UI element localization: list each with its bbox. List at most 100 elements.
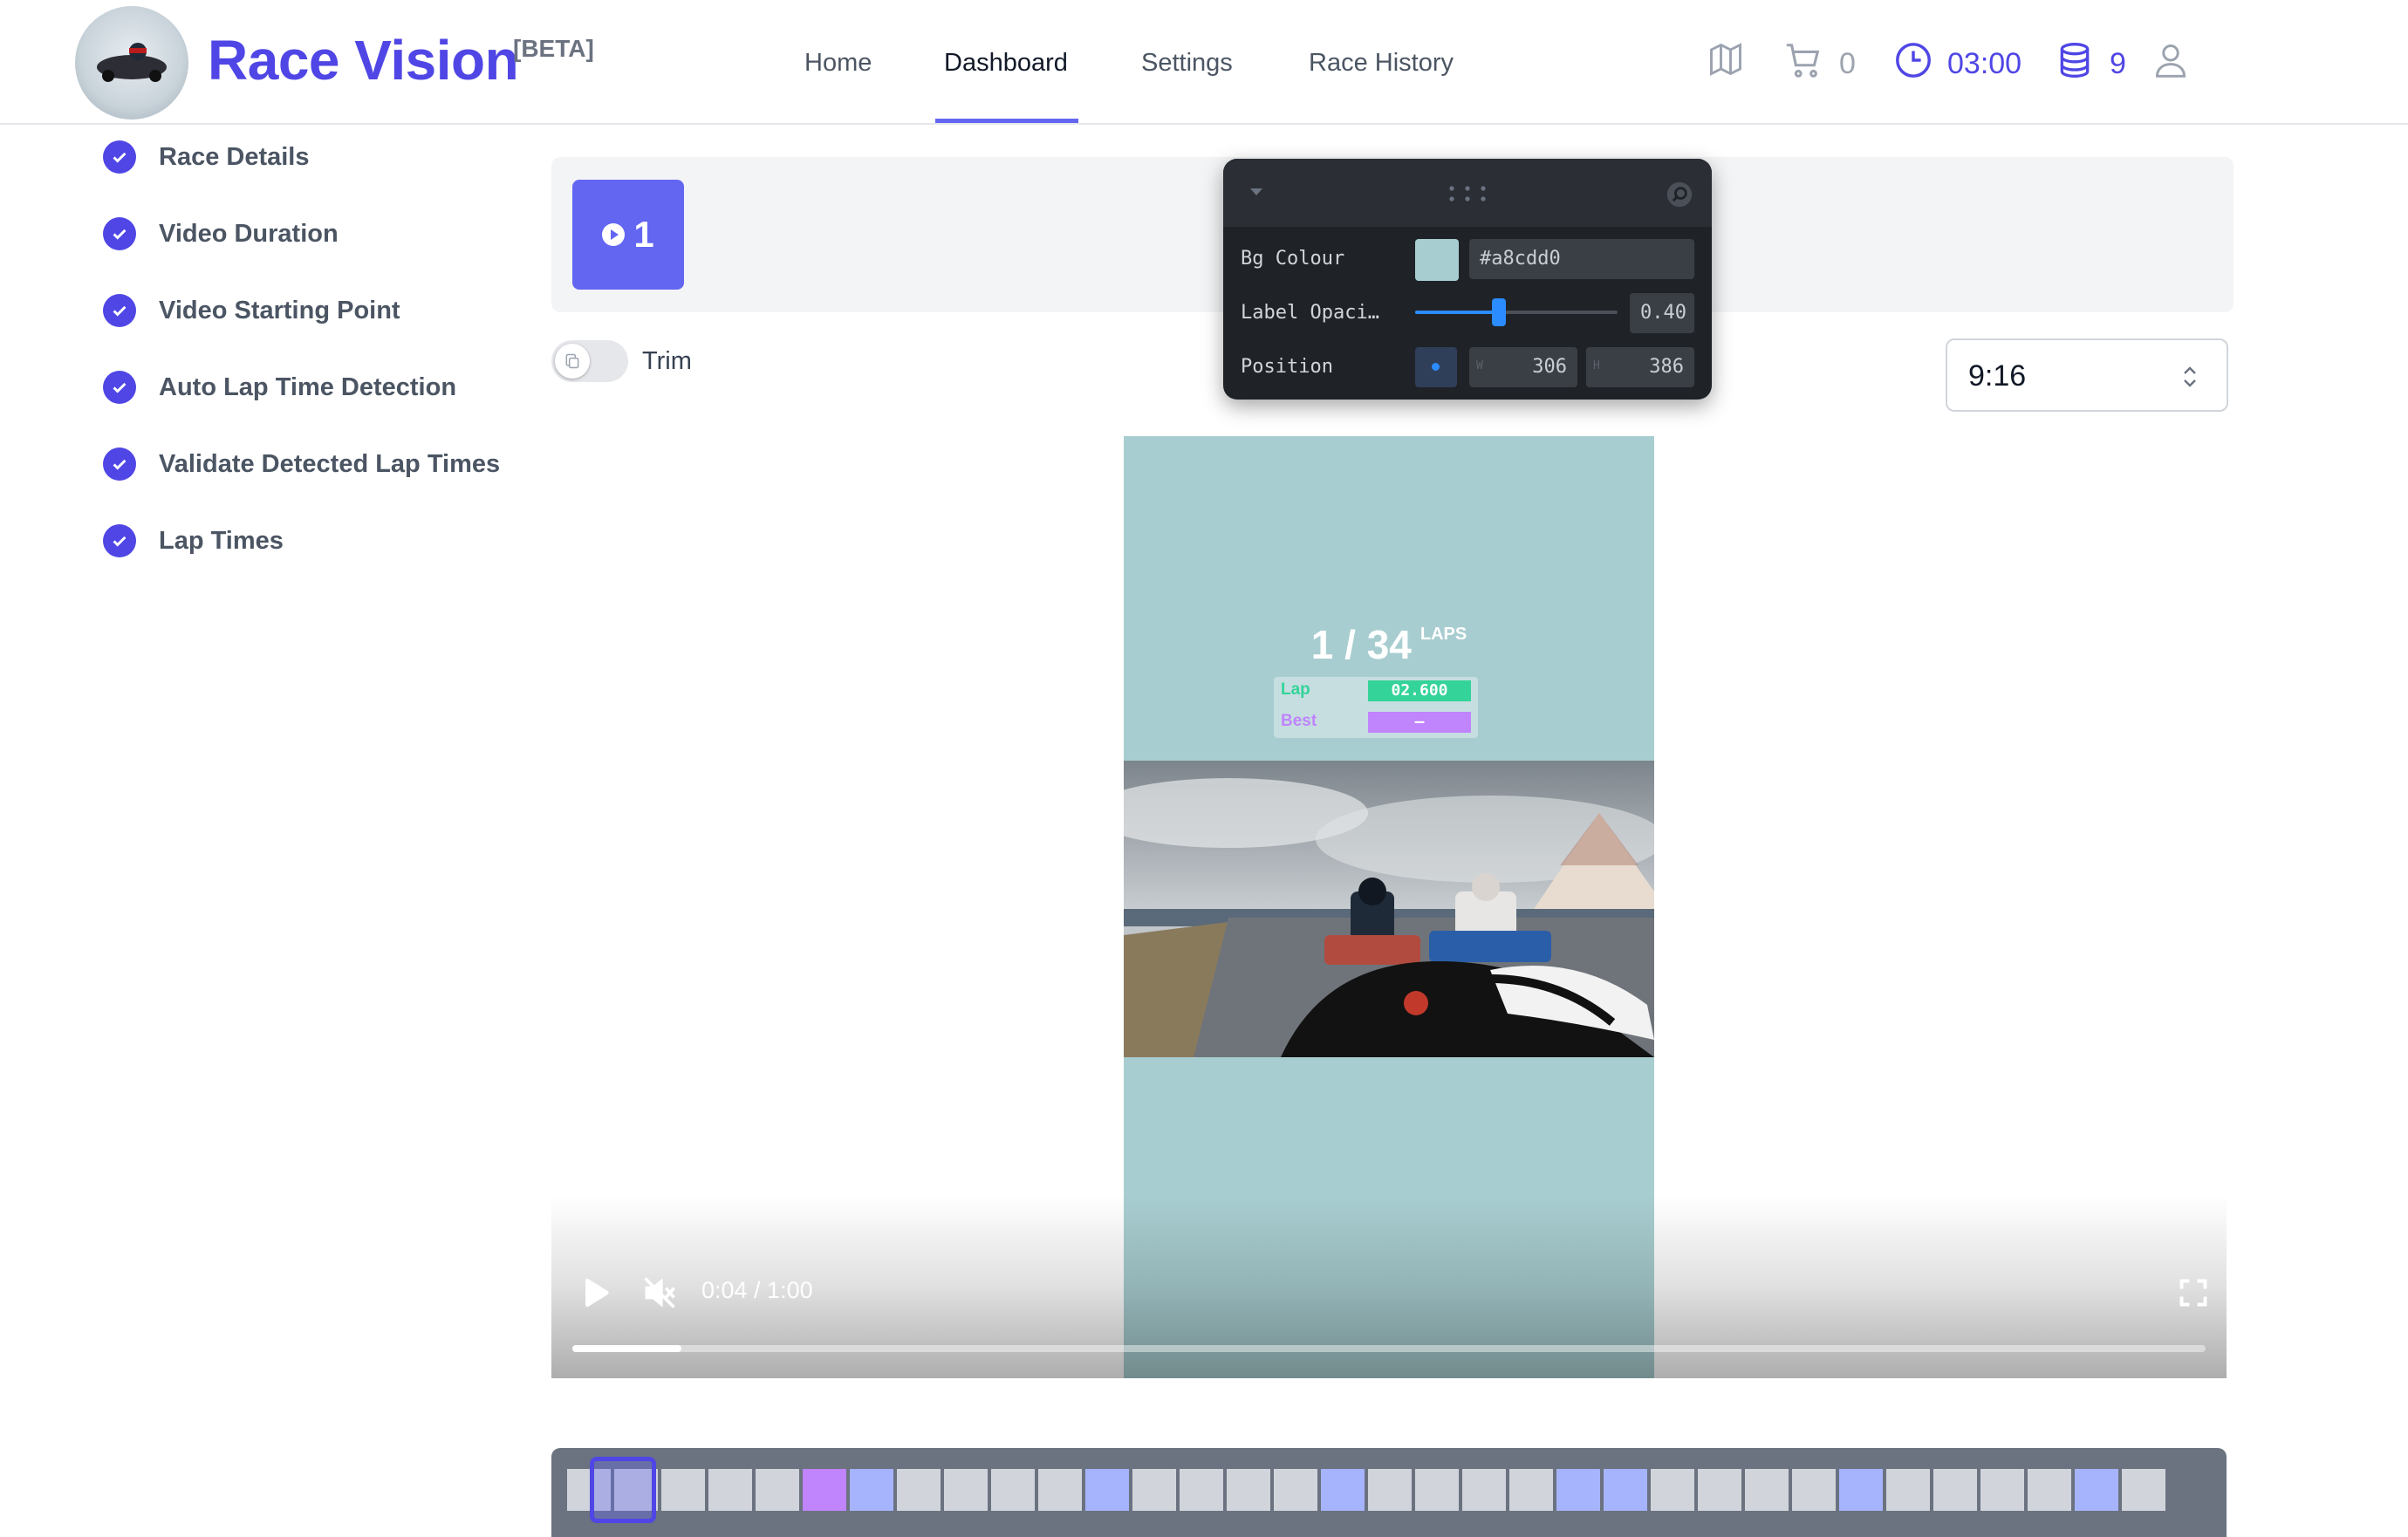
- laps-total: 34: [1366, 622, 1412, 667]
- sidebar-item-label: Race Details: [159, 143, 310, 171]
- timeline-selected-thumbnail[interactable]: [590, 1457, 656, 1523]
- aspect-ratio-select[interactable]: 9:16: [1946, 338, 2228, 412]
- sidebar-item-lap-times[interactable]: Lap Times: [103, 523, 284, 558]
- best-label: Best: [1281, 712, 1317, 730]
- timeline-thumbnail[interactable]: [944, 1469, 988, 1511]
- timeline-thumbnail[interactable]: [803, 1469, 846, 1511]
- timeline-thumbnail[interactable]: [1509, 1469, 1553, 1511]
- timeline-thumbnail[interactable]: [2028, 1469, 2071, 1511]
- timeline-thumbnail[interactable]: [1462, 1469, 1506, 1511]
- trim-toggle[interactable]: [551, 340, 628, 382]
- sidebar-item-label: Video Duration: [159, 220, 339, 248]
- check-circle-icon: [103, 140, 136, 174]
- timeline-thumbnail[interactable]: [2075, 1469, 2118, 1511]
- sidebar-item-video-starting-point[interactable]: Video Starting Point: [103, 293, 400, 328]
- timeline-thumbnail[interactable]: [756, 1469, 799, 1511]
- search-icon[interactable]: [1665, 180, 1694, 209]
- timeline-thumbnail[interactable]: [708, 1469, 752, 1511]
- timeline-thumbnail[interactable]: [991, 1469, 1035, 1511]
- sidebar-item-race-details[interactable]: Race Details: [103, 140, 310, 174]
- label-opacity-label: Label Opaci…: [1241, 302, 1379, 324]
- nav-dashboard[interactable]: Dashboard: [944, 49, 1068, 78]
- sidebar-item-video-duration[interactable]: Video Duration: [103, 216, 339, 251]
- timeline-thumbnail[interactable]: [1980, 1469, 2024, 1511]
- video-time-display: 0:04 / 1:00: [701, 1277, 813, 1303]
- segment-number: 1: [633, 214, 654, 255]
- style-controls-panel: Bg Colour #a8cdd0 Label Opaci… 0.40 Posi…: [1223, 159, 1712, 400]
- timeline-thumbnail[interactable]: [1415, 1469, 1459, 1511]
- check-circle-icon: [103, 371, 136, 404]
- sidebar-item-validate-lap-times[interactable]: Validate Detected Lap Times: [103, 447, 500, 482]
- credits-count: 9: [2110, 47, 2126, 80]
- timeline-thumbnail[interactable]: [1745, 1469, 1789, 1511]
- mute-icon[interactable]: [640, 1274, 679, 1312]
- nav-home[interactable]: Home: [804, 49, 872, 78]
- timeline-thumbnail[interactable]: [1132, 1469, 1176, 1511]
- timeline-thumbnail[interactable]: [1604, 1469, 1647, 1511]
- sidebar-item-label: Validate Detected Lap Times: [159, 450, 501, 478]
- trim-label: Trim: [642, 347, 692, 375]
- nav-race-history[interactable]: Race History: [1309, 49, 1454, 78]
- check-circle-icon: [103, 524, 136, 557]
- timeline-thumbnail[interactable]: [1085, 1469, 1129, 1511]
- clock-icon: [1896, 43, 1931, 78]
- timeline-thumbnail[interactable]: [1933, 1469, 1977, 1511]
- timeline-thumbnail[interactable]: [2122, 1469, 2165, 1511]
- timeline-thumbnail[interactable]: [1274, 1469, 1317, 1511]
- check-circle-icon: [103, 217, 136, 250]
- position-label: Position: [1241, 356, 1333, 378]
- brand-title[interactable]: Race Vision: [208, 28, 519, 92]
- timeline-thumbnail[interactable]: [1886, 1469, 1930, 1511]
- check-circle-icon: [103, 294, 136, 327]
- video-progress-bar[interactable]: [572, 1345, 2206, 1352]
- width-label: W: [1476, 359, 1483, 372]
- timeline-thumbnail[interactable]: [1651, 1469, 1694, 1511]
- user-icon[interactable]: [2151, 40, 2190, 80]
- drag-handle-icon[interactable]: [1447, 183, 1488, 204]
- timeline-thumbnail[interactable]: [661, 1469, 705, 1511]
- race-vision-logo[interactable]: [75, 6, 188, 120]
- copy-icon: [565, 353, 579, 369]
- collapse-caret-icon[interactable]: [1248, 185, 1265, 199]
- timeline-thumbnail[interactable]: [1038, 1469, 1082, 1511]
- beta-badge: [BETA]: [513, 35, 594, 62]
- position-dot-icon: [1432, 363, 1440, 371]
- bg-colour-swatch[interactable]: [1415, 239, 1459, 281]
- timeline-thumbnail[interactable]: [897, 1469, 941, 1511]
- sidebar-item-auto-lap-time-detection[interactable]: Auto Lap Time Detection: [103, 370, 456, 405]
- play-circle-icon: [602, 223, 626, 246]
- timeline-thumbnail[interactable]: [1792, 1469, 1836, 1511]
- aspect-ratio-value: 9:16: [1968, 359, 2027, 393]
- timeline-thumbnail[interactable]: [1321, 1469, 1365, 1511]
- timeline-thumbnail[interactable]: [850, 1469, 893, 1511]
- kart-logo-icon: [97, 43, 167, 82]
- check-circle-icon: [103, 447, 136, 481]
- timeline-thumbnail[interactable]: [1180, 1469, 1223, 1511]
- sidebar-item-label: Auto Lap Time Detection: [159, 373, 457, 401]
- cart-icon[interactable]: [1783, 40, 1823, 80]
- width-input[interactable]: W 306: [1469, 347, 1577, 387]
- position-picker[interactable]: [1415, 347, 1457, 387]
- database-icon: [2060, 43, 2090, 78]
- segment-button[interactable]: 1: [572, 180, 684, 290]
- map-icon[interactable]: [1707, 40, 1745, 79]
- cart-count: 0: [1839, 47, 1856, 80]
- play-icon[interactable]: [576, 1274, 614, 1312]
- active-nav-indicator: [935, 119, 1078, 123]
- label-opacity-input[interactable]: 0.40: [1630, 293, 1694, 333]
- nav-settings[interactable]: Settings: [1141, 49, 1233, 78]
- timeline-thumbnail[interactable]: [1839, 1469, 1883, 1511]
- label-opacity-slider-thumb[interactable]: [1492, 298, 1506, 326]
- fullscreen-icon[interactable]: [2178, 1277, 2209, 1308]
- timeline-thumbnail[interactable]: [1698, 1469, 1741, 1511]
- label-opacity-slider-fill: [1415, 311, 1499, 314]
- timeline-thumbnail[interactable]: [1368, 1469, 1412, 1511]
- timeline-thumbnail[interactable]: [1556, 1469, 1600, 1511]
- laps-unit: LAPS: [1419, 625, 1467, 644]
- bg-colour-input[interactable]: #a8cdd0: [1469, 239, 1694, 279]
- timeline-thumbnail[interactable]: [1227, 1469, 1270, 1511]
- height-input[interactable]: H 386: [1586, 347, 1694, 387]
- chevron-up-down-icon: [2184, 366, 2196, 387]
- bg-colour-label: Bg Colour: [1241, 248, 1345, 270]
- laps-current: 1: [1310, 622, 1334, 667]
